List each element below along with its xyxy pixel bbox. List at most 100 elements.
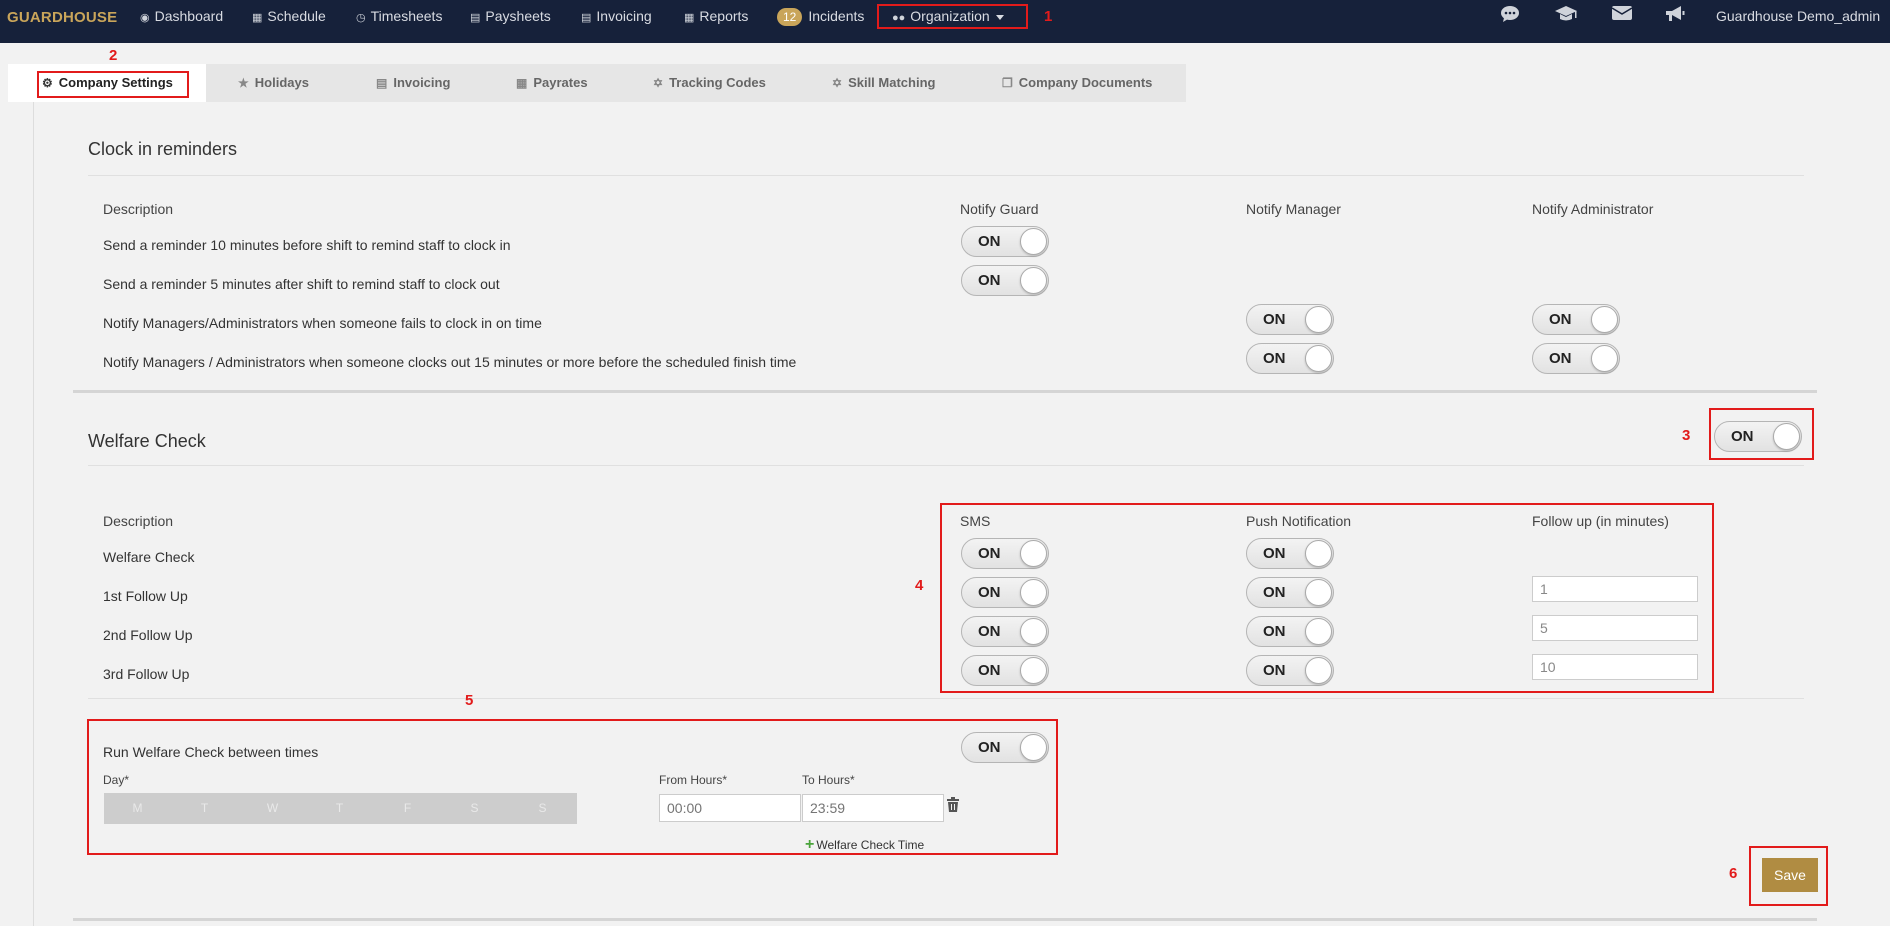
graduation-cap-icon[interactable] [1554, 5, 1578, 27]
notify-manager-fail-clock-in-toggle[interactable]: ON [1246, 304, 1334, 335]
tab-holidays-label: Holidays [254, 75, 309, 90]
toggle-knob [1305, 618, 1332, 645]
nav-schedule-label: Schedule [267, 8, 326, 24]
trash-icon[interactable] [946, 797, 960, 813]
toggle-label: ON [978, 272, 1001, 289]
toggle-knob [1773, 423, 1800, 450]
welfare-row-label: Welfare Check [103, 549, 195, 565]
welfare-section-title: Welfare Check [88, 431, 206, 451]
followup-3-push-toggle[interactable]: ON [1246, 655, 1334, 686]
column-push-notification: Push Notification [1246, 513, 1352, 529]
invoice-icon: ▤ [376, 76, 388, 90]
day-label: Day* [103, 773, 130, 787]
section-divider [88, 175, 1804, 176]
toggle-knob [1305, 579, 1332, 606]
annotation-number-2: 2 [109, 47, 118, 64]
tab-invoicing[interactable]: ▤ Invoicing [376, 64, 450, 102]
from-hours-input[interactable] [659, 794, 801, 822]
reminder-row-label: Notify Managers / Administrators when so… [103, 354, 797, 370]
followup-3-minutes-input[interactable] [1532, 654, 1698, 680]
toggle-label: ON [978, 662, 1001, 679]
followup-2-sms-toggle[interactable]: ON [961, 616, 1049, 647]
nav-incidents-label: Incidents [808, 8, 865, 24]
save-button[interactable]: Save [1762, 858, 1818, 892]
toggle-label: ON [1731, 428, 1754, 445]
toggle-knob [1020, 618, 1047, 645]
reminder-row-label: Notify Managers/Administrators when some… [103, 315, 542, 331]
followup-2-push-toggle[interactable]: ON [1246, 616, 1334, 647]
calendar-icon: ▦ [516, 76, 528, 90]
day-wednesday[interactable]: W [239, 793, 306, 824]
add-welfare-check-time-link[interactable]: + Welfare Check Time [805, 836, 924, 854]
toggle-knob [1020, 228, 1047, 255]
tab-skill-matching[interactable]: ✡ Skill Matching [832, 64, 935, 102]
notify-guard-reminder-after-toggle[interactable]: ON [961, 265, 1049, 296]
user-menu[interactable]: Guardhouse Demo_admin [1716, 6, 1880, 26]
megaphone-icon[interactable] [1663, 5, 1687, 27]
brand-logo[interactable]: GUARDHOUSE [7, 9, 117, 26]
tab-payrates[interactable]: ▦ Payrates [516, 64, 588, 102]
welfare-row-label: 1st Follow Up [103, 588, 188, 604]
followup-3-sms-toggle[interactable]: ON [961, 655, 1049, 686]
notify-manager-early-clock-out-toggle[interactable]: ON [1246, 343, 1334, 374]
star-icon: ★ [238, 76, 249, 90]
crosshair-icon: ✡ [832, 76, 843, 90]
toggle-knob [1020, 267, 1047, 294]
toggle-label: ON [1263, 545, 1286, 562]
toggle-label: ON [1263, 662, 1286, 679]
day-monday[interactable]: M [104, 793, 171, 824]
day-sunday[interactable]: S [509, 793, 576, 824]
tab-tracking-codes[interactable]: ✡ Tracking Codes [653, 64, 766, 102]
nav-invoicing[interactable]: ▤ Invoicing [581, 6, 652, 26]
tab-holidays[interactable]: ★ Holidays [238, 64, 309, 102]
nav-timesheets-label: Timesheets [370, 8, 443, 24]
nav-reports[interactable]: ▦ Reports [684, 6, 748, 26]
notify-admin-early-clock-out-toggle[interactable]: ON [1532, 343, 1620, 374]
section-divider [88, 698, 1804, 699]
followup-2-minutes-input[interactable] [1532, 615, 1698, 641]
day-tuesday[interactable]: T [171, 793, 238, 824]
day-thursday[interactable]: T [306, 793, 373, 824]
run-welfare-between-times-toggle[interactable]: ON [961, 732, 1049, 763]
toggle-knob [1305, 540, 1332, 567]
toggle-knob [1020, 734, 1047, 761]
nav-dashboard-label: Dashboard [154, 8, 224, 24]
nav-paysheets[interactable]: ▤ Paysheets [470, 6, 551, 26]
to-hours-label: To Hours* [802, 773, 855, 787]
followup-1-sms-toggle[interactable]: ON [961, 577, 1049, 608]
column-description: Description [103, 201, 174, 217]
tab-invoicing-label: Invoicing [393, 75, 451, 90]
day-saturday[interactable]: S [441, 793, 508, 824]
toggle-label: ON [978, 233, 1001, 250]
annotation-number-5: 5 [465, 692, 474, 709]
nav-timesheets[interactable]: ◷ Timesheets [356, 6, 442, 26]
notify-guard-reminder-before-toggle[interactable]: ON [961, 226, 1049, 257]
welfare-check-sms-toggle[interactable]: ON [961, 538, 1049, 569]
toggle-label: ON [978, 545, 1001, 562]
column-notify-guard: Notify Guard [960, 201, 1039, 217]
followup-1-minutes-input[interactable] [1532, 576, 1698, 602]
annotation-box-2 [37, 71, 189, 98]
nav-schedule[interactable]: ▦ Schedule [252, 6, 326, 26]
tab-skill-matching-label: Skill Matching [848, 75, 936, 90]
toggle-label: ON [1263, 584, 1286, 601]
tab-company-documents[interactable]: ❐ Company Documents [1002, 64, 1152, 102]
nav-reports-label: Reports [699, 8, 749, 24]
invoice-icon: ▤ [581, 12, 592, 24]
day-friday[interactable]: F [374, 793, 441, 824]
notify-admin-fail-clock-in-toggle[interactable]: ON [1532, 304, 1620, 335]
toggle-knob [1020, 657, 1047, 684]
envelope-icon[interactable] [1610, 5, 1634, 27]
chat-icon[interactable] [1498, 5, 1522, 27]
welfare-check-enabled-toggle[interactable]: ON [1714, 421, 1802, 452]
nav-dashboard[interactable]: ◉ Dashboard [140, 6, 223, 26]
followup-1-push-toggle[interactable]: ON [1246, 577, 1334, 608]
welfare-check-push-toggle[interactable]: ON [1246, 538, 1334, 569]
nav-paysheets-label: Paysheets [485, 8, 551, 24]
to-hours-input[interactable] [802, 794, 944, 822]
column-follow-up-minutes: Follow up (in minutes) [1532, 513, 1669, 529]
welfare-row-label: 2nd Follow Up [103, 627, 193, 643]
tab-payrates-label: Payrates [533, 75, 588, 90]
toggle-label: ON [1549, 350, 1572, 367]
nav-incidents[interactable]: 12 Incidents [777, 6, 864, 26]
